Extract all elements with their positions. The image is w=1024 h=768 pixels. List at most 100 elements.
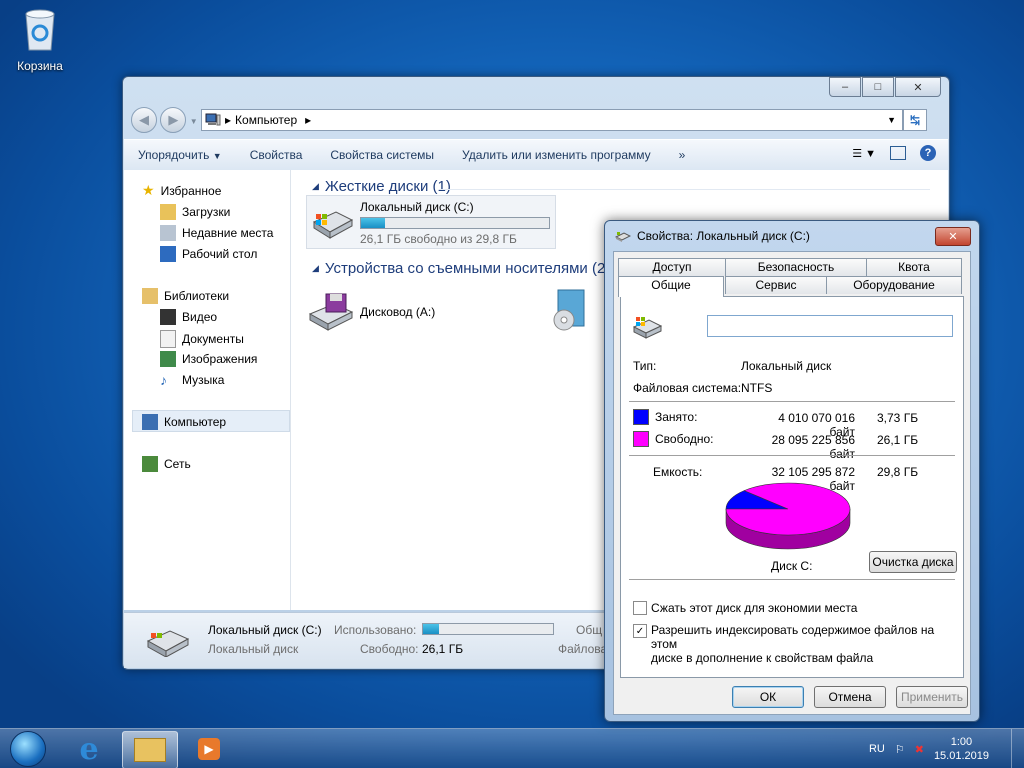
command-bar: Упорядочить ▼ Свойства Свойства системы … — [124, 139, 948, 171]
pie-slice-free — [725, 482, 851, 536]
disk-usage-pie-chart — [725, 482, 851, 550]
used-label: Занято: — [655, 410, 698, 424]
computer-icon — [205, 113, 221, 126]
preview-pane-icon[interactable] — [890, 146, 906, 160]
dialog-close-button[interactable]: ✕ — [935, 227, 971, 246]
breadcrumb-arrow-icon[interactable]: ▸ — [305, 113, 311, 127]
breadcrumb-arrow-icon[interactable]: ▸ — [225, 113, 231, 127]
maximize-button[interactable]: □ — [862, 77, 894, 97]
back-button[interactable]: ◀ — [131, 107, 157, 133]
details-type: Локальный диск — [208, 642, 299, 656]
drive-name-input[interactable] — [707, 315, 953, 337]
drive-floppy-a[interactable]: Дисковод (A:) — [308, 292, 435, 332]
drive-local-c[interactable]: Локальный диск (C:) 26,1 ГБ свободно из … — [310, 200, 550, 246]
tab-tools[interactable]: Сервис — [725, 276, 827, 294]
details-free-label: Свободно: — [360, 642, 419, 656]
sidebar-item-music[interactable]: ♪ Музыка — [160, 372, 224, 388]
minimize-button[interactable]: – — [829, 77, 861, 97]
group-header-hard-disks[interactable]: ◢ Жесткие диски (1) — [312, 178, 457, 195]
start-button[interactable] — [4, 729, 52, 768]
filesystem-value: NTFS — [741, 381, 773, 395]
breadcrumb-computer[interactable]: Компьютер — [235, 113, 297, 127]
clock-date: 15.01.2019 — [933, 750, 989, 762]
network-icon — [142, 456, 158, 472]
clock[interactable]: 1:00 15.01.2019 — [934, 735, 989, 763]
forward-button[interactable]: ▶ — [160, 107, 187, 133]
separator — [629, 579, 955, 580]
compress-option[interactable]: Сжать этот диск для экономии места — [633, 601, 857, 615]
address-dropdown-icon[interactable]: ▼ — [887, 115, 896, 125]
sidebar-item-images[interactable]: Изображения — [160, 351, 257, 367]
index-label-line1: Разрешить индексировать содержимое файло… — [650, 623, 935, 651]
language-indicator[interactable]: RU — [869, 743, 885, 755]
window-caption-buttons: – □ ✕ — [829, 77, 941, 97]
used-row: Занято: — [633, 409, 697, 425]
taskbar-explorer[interactable] — [122, 731, 178, 768]
group-header-removable[interactable]: ◢ Устройства со съемными носителями (2) — [312, 260, 616, 277]
index-option[interactable]: ✓ Разрешить индексировать содержимое фай… — [633, 623, 963, 665]
video-icon — [160, 309, 176, 325]
general-tab-panel: Тип: Локальный диск Файловая система: NT… — [620, 296, 964, 678]
sidebar-item-libraries[interactable]: Библиотеки — [142, 288, 229, 304]
details-fs-label: Файлова — [558, 642, 608, 656]
sidebar-item-recent-places[interactable]: Недавние места — [160, 225, 273, 241]
group-divider — [440, 189, 930, 190]
media-player-icon: ▶ — [198, 738, 220, 760]
more-commands-button[interactable]: » — [665, 148, 700, 162]
view-options-icon[interactable]: ☰ ▼ — [852, 147, 876, 160]
help-icon[interactable]: ? — [920, 145, 936, 161]
images-icon — [160, 351, 176, 367]
tab-security[interactable]: Безопасность — [725, 258, 867, 276]
taskbar-internet-explorer[interactable]: e — [62, 731, 116, 767]
index-checkbox[interactable]: ✓ — [633, 624, 647, 638]
hard-disk-icon — [615, 232, 631, 242]
free-row: Свободно: — [633, 431, 714, 447]
drive-name: Локальный диск (C:) — [360, 200, 474, 214]
capacity-label: Емкость: — [653, 465, 703, 479]
close-button[interactable]: ✕ — [895, 77, 941, 97]
desktop-icon — [160, 246, 176, 262]
tab-access[interactable]: Доступ — [618, 258, 726, 276]
filesystem-label: Файловая система: — [633, 381, 742, 395]
free-bytes: 28 095 225 856 байт — [771, 433, 855, 461]
refresh-button[interactable]: ↹ — [903, 109, 927, 131]
free-color-swatch — [633, 431, 649, 447]
sidebar-item-computer[interactable]: Компьютер — [142, 414, 226, 430]
history-dropdown-icon[interactable]: ▼ — [190, 117, 198, 126]
dvd-drive-icon[interactable] — [550, 288, 590, 335]
sidebar-item-downloads[interactable]: Загрузки — [160, 204, 230, 220]
disk-cleanup-button[interactable]: Очистка диска — [869, 551, 957, 573]
address-bar[interactable]: ▸ Компьютер ▸ ▼ — [201, 109, 903, 131]
tab-general[interactable]: Общие — [618, 276, 724, 297]
tab-hardware[interactable]: Оборудование — [826, 276, 962, 294]
compress-checkbox[interactable] — [633, 601, 647, 615]
dialog-title-bar: Свойства: Локальный диск (C:) — [615, 229, 810, 243]
ok-button[interactable]: ОК — [732, 686, 804, 708]
sidebar-item-favorites[interactable]: ★ Избранное — [142, 182, 221, 199]
recycle-bin-label: Корзина — [17, 59, 63, 73]
floppy-drive-icon — [308, 293, 354, 331]
show-desktop-button[interactable] — [1011, 729, 1024, 768]
action-center-icon[interactable]: ⚐ — [895, 743, 905, 756]
organize-button[interactable]: Упорядочить ▼ — [124, 148, 236, 162]
recycle-bin-shortcut[interactable]: Корзина — [10, 6, 70, 73]
drive-usage-fill — [361, 218, 385, 228]
network-status-icon[interactable]: ✖ — [915, 743, 924, 756]
system-tray: RU ⚐ ✖ 1:00 15.01.2019 — [869, 729, 1024, 768]
uninstall-program-button[interactable]: Удалить или изменить программу — [448, 148, 665, 162]
sidebar-item-video[interactable]: Видео — [160, 309, 217, 325]
apply-button[interactable]: Применить — [896, 686, 968, 708]
details-usage-fill — [423, 624, 440, 634]
drive-icon — [632, 315, 663, 344]
taskbar-media-player[interactable]: ▶ — [182, 731, 236, 767]
sidebar-item-desktop[interactable]: Рабочий стол — [160, 246, 257, 262]
system-properties-button[interactable]: Свойства системы — [316, 148, 448, 162]
sidebar-item-documents[interactable]: Документы — [160, 330, 244, 348]
tab-quota[interactable]: Квота — [866, 258, 962, 276]
cancel-button[interactable]: Отмена — [814, 686, 886, 708]
sidebar-item-network[interactable]: Сеть — [142, 456, 191, 472]
free-gb: 26,1 ГБ — [877, 433, 919, 447]
details-free-value: 26,1 ГБ — [422, 642, 464, 656]
properties-button[interactable]: Свойства — [236, 148, 317, 162]
navigation-bar: ◀ ▶ ▼ ▸ Компьютер ▸ ▼ ↹ — [131, 107, 941, 135]
